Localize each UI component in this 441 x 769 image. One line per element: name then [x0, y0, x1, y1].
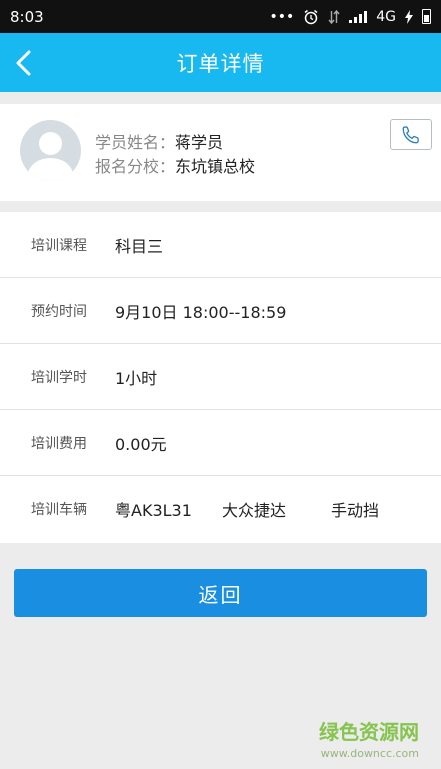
- detail-label: 培训课程: [31, 238, 87, 254]
- detail-row-hours: 培训学时 1小时: [0, 344, 441, 410]
- avatar: [20, 120, 81, 181]
- more-dots: •••: [269, 8, 295, 25]
- network-type: 4G: [376, 8, 396, 25]
- school-label: 报名分校：: [95, 157, 176, 176]
- detail-label: 培训费用: [31, 436, 87, 452]
- watermark-title: 绿色资源网: [319, 720, 419, 744]
- vehicle-plate: 粤AK3L31: [115, 501, 192, 520]
- detail-row-time: 预约时间 9月10日 18:00--18:59: [0, 278, 441, 344]
- detail-value: 9月10日 18:00--18:59: [115, 303, 287, 322]
- watermark-url: www.downcc.com: [320, 747, 419, 760]
- school-line: 报名分校：东坑镇总校: [95, 153, 255, 177]
- back-chevron-left-icon[interactable]: [14, 49, 34, 77]
- watermark: 绿色资源网 www.downcc.com: [319, 716, 419, 760]
- detail-row-fee: 培训费用 0.00元: [0, 410, 441, 476]
- student-name-line: 学员姓名：蒋学员: [95, 129, 223, 153]
- status-time: 8:03: [10, 7, 44, 26]
- signal-icon: [349, 10, 368, 23]
- student-name-label: 学员姓名：: [95, 133, 176, 152]
- student-name-value: 蒋学员: [175, 133, 224, 152]
- status-icons: ••• 4G: [269, 9, 431, 25]
- detail-label: 培训车辆: [31, 502, 87, 518]
- phone-icon: [402, 125, 419, 143]
- vehicle-model: 大众捷达: [222, 501, 287, 520]
- app-header: 订单详情: [0, 33, 441, 92]
- data-arrows-icon: [328, 9, 340, 24]
- detail-value: 0.00元: [115, 435, 167, 454]
- detail-label: 预约时间: [31, 304, 87, 320]
- detail-value: 科目三: [115, 237, 164, 256]
- vehicle-transmission: 手动挡: [331, 501, 380, 520]
- page-title: 订单详情: [176, 51, 265, 76]
- return-button[interactable]: 返回: [14, 569, 427, 617]
- charging-icon: [405, 9, 413, 24]
- detail-row-vehicle: 培训车辆 粤AK3L31 大众捷达 手动挡: [0, 476, 441, 542]
- alarm-icon: [304, 9, 318, 24]
- school-value: 东坑镇总校: [175, 157, 256, 176]
- battery-icon: [422, 9, 431, 24]
- detail-label: 培训学时: [31, 370, 87, 386]
- detail-value: 1小时: [115, 369, 158, 388]
- detail-row-course: 培训课程 科目三: [0, 212, 441, 278]
- status-bar: 8:03 ••• 4G: [0, 0, 441, 33]
- call-button[interactable]: [390, 119, 432, 150]
- order-details: 培训课程 科目三 预约时间 9月10日 18:00--18:59 培训学时 1小…: [0, 212, 441, 543]
